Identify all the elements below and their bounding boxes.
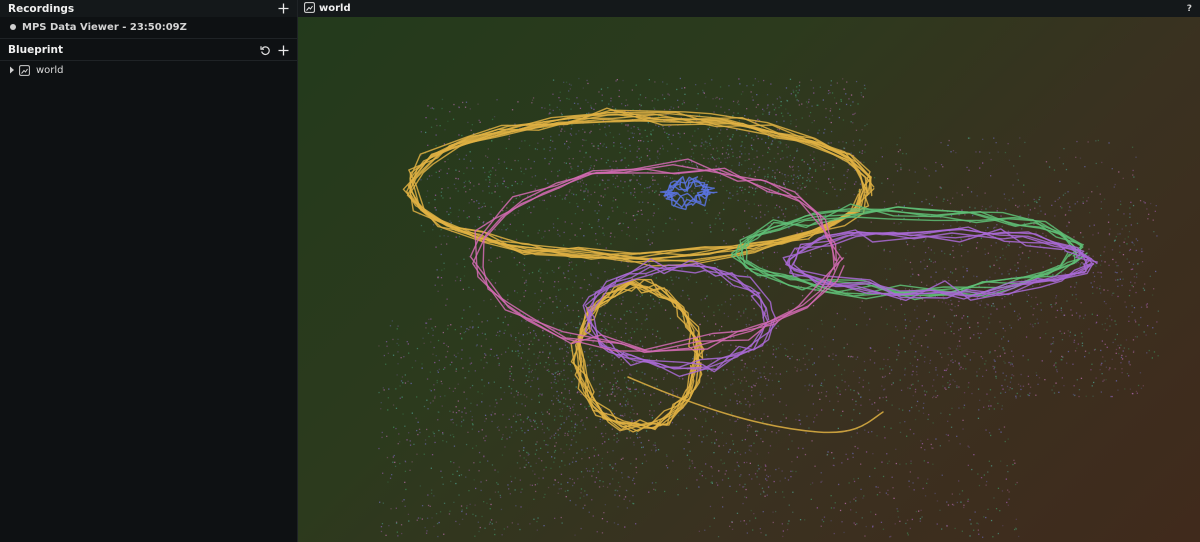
3d-viewport[interactable]: [298, 17, 1200, 542]
divider: [0, 38, 297, 39]
recordings-title: Recordings: [8, 2, 75, 15]
reset-icon[interactable]: [259, 44, 271, 56]
trajectories: [402, 107, 1098, 434]
blueprint-header: Blueprint: [0, 41, 297, 59]
left-panel: Recordings MPS Data Viewer - 23:50:09Z B…: [0, 0, 298, 542]
point-cloud: [378, 77, 1159, 538]
recordings-header: Recordings: [0, 0, 297, 17]
blueprint-tree-item-world[interactable]: world: [0, 61, 297, 79]
blueprint-title: Blueprint: [8, 44, 63, 56]
viewport-tab[interactable]: world: [304, 1, 351, 16]
viewport-tab-bar: world ?: [298, 0, 1200, 17]
viewport-title: world: [319, 3, 351, 14]
recording-status-dot: [10, 24, 16, 30]
plus-icon[interactable]: [277, 44, 289, 56]
plus-icon[interactable]: [277, 3, 289, 15]
app-window: Recordings MPS Data Viewer - 23:50:09Z B…: [0, 0, 1200, 542]
recording-item[interactable]: MPS Data Viewer - 23:50:09Z: [0, 17, 297, 37]
help-button[interactable]: ?: [1187, 4, 1192, 14]
3d-view-icon: [19, 64, 30, 76]
3d-view-icon: [304, 1, 315, 16]
point-cloud-scene[interactable]: [298, 17, 1200, 542]
recording-label: MPS Data Viewer - 23:50:09Z: [22, 21, 187, 33]
tree-item-label: world: [36, 64, 64, 76]
caret-right-icon[interactable]: [9, 66, 15, 74]
